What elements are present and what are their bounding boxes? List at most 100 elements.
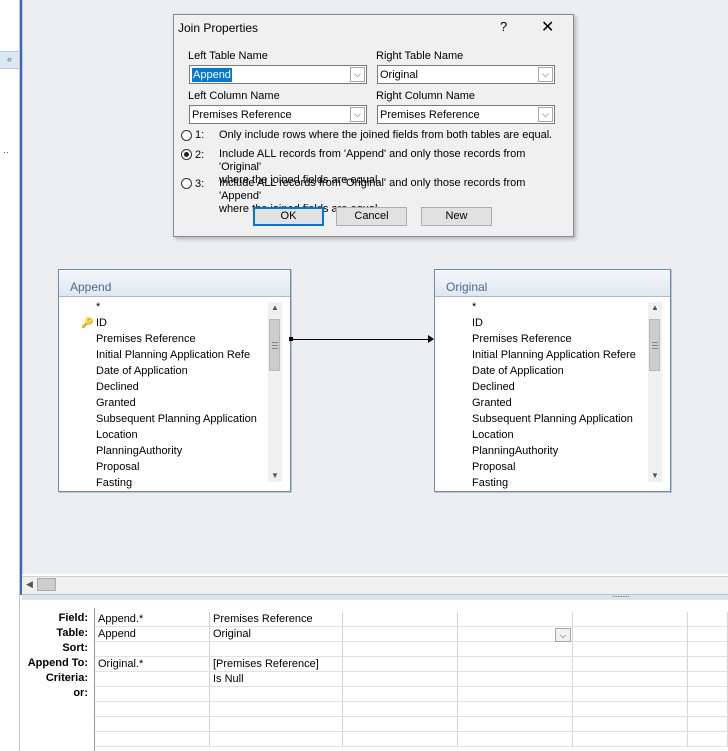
- grid-cell[interactable]: [688, 612, 728, 627]
- field-item[interactable]: *: [59, 299, 290, 315]
- grid-cell-field[interactable]: Premises Reference: [210, 612, 343, 627]
- field-item[interactable]: Subsequent Planning Application: [435, 411, 670, 427]
- table-dropdown-chevron-down-icon[interactable]: ⌵: [555, 628, 571, 642]
- grid-cell[interactable]: [688, 687, 728, 702]
- grid-cell-criteria[interactable]: Is Null: [210, 672, 343, 687]
- grid-cell-append-to[interactable]: [Premises Reference]: [210, 657, 343, 672]
- grid-cell-or[interactable]: [95, 687, 210, 702]
- cancel-button[interactable]: Cancel: [336, 207, 407, 226]
- table-box-append[interactable]: Append * 🔑 ID Premises Reference Initial …: [58, 269, 291, 492]
- scroll-down-icon[interactable]: ▼: [648, 470, 662, 482]
- grid-cell[interactable]: [343, 657, 458, 672]
- field-item[interactable]: Granted: [59, 395, 290, 411]
- chevron-down-icon[interactable]: ⌵: [350, 107, 365, 122]
- grid-cell[interactable]: [688, 732, 728, 747]
- join-properties-dialog[interactable]: Join Properties ? ✕ Left Table Name Appe…: [173, 14, 574, 237]
- grid-cell[interactable]: [573, 642, 688, 657]
- field-list[interactable]: * ID Premises Reference Initial Planning…: [435, 299, 670, 491]
- join-option-1-text[interactable]: Only include rows where the joined field…: [219, 129, 569, 142]
- horizontal-scroll-thumb[interactable]: [37, 578, 56, 591]
- grid-cell[interactable]: [210, 732, 343, 747]
- chevron-down-icon[interactable]: ⌵: [538, 67, 553, 82]
- grid-cell-criteria[interactable]: [95, 672, 210, 687]
- grid-cell[interactable]: [95, 717, 210, 732]
- grid-cell[interactable]: [210, 702, 343, 717]
- grid-cell[interactable]: [573, 672, 688, 687]
- grid-cell[interactable]: [343, 732, 458, 747]
- grid-cell[interactable]: [688, 657, 728, 672]
- field-list[interactable]: * 🔑 ID Premises Reference Initial Plannin…: [59, 299, 290, 491]
- scroll-left-icon[interactable]: ◀: [26, 579, 33, 590]
- grid-cell[interactable]: [458, 732, 573, 747]
- scroll-down-icon[interactable]: ▼: [268, 470, 282, 482]
- left-table-select[interactable]: Append ⌵: [189, 65, 367, 84]
- grid-cell[interactable]: [573, 657, 688, 672]
- vertical-scrollbar[interactable]: ▲ ▼: [268, 302, 282, 482]
- grid-cell[interactable]: [573, 627, 688, 642]
- field-item[interactable]: Proposal: [435, 459, 670, 475]
- chevron-down-icon[interactable]: ⌵: [538, 107, 553, 122]
- help-icon[interactable]: ?: [500, 19, 507, 34]
- grid-cell-table[interactable]: Append: [95, 627, 210, 642]
- table-box-original[interactable]: Original * ID Premises Reference Initial…: [434, 269, 671, 492]
- grid-cell[interactable]: [688, 717, 728, 732]
- grid-cell[interactable]: [688, 642, 728, 657]
- right-column-select[interactable]: Premises Reference ⌵: [377, 105, 555, 124]
- field-item[interactable]: Declined: [435, 379, 670, 395]
- scroll-up-icon[interactable]: ▲: [648, 302, 662, 314]
- field-item[interactable]: Date of Application: [59, 363, 290, 379]
- field-item[interactable]: Fasting: [59, 475, 290, 491]
- grid-cell[interactable]: [688, 627, 728, 642]
- collapse-chevron-icon[interactable]: «: [0, 51, 19, 69]
- grid-cell[interactable]: [458, 612, 573, 627]
- close-icon[interactable]: ✕: [541, 17, 554, 37]
- join-line[interactable]: [291, 339, 433, 340]
- field-item[interactable]: 🔑 ID: [59, 315, 290, 331]
- table-box-title[interactable]: Original: [435, 270, 670, 297]
- field-item[interactable]: ID: [435, 315, 670, 331]
- grid-cell-field[interactable]: Append.*: [95, 612, 210, 627]
- grid-cell[interactable]: [573, 732, 688, 747]
- scroll-thumb[interactable]: [269, 319, 280, 371]
- field-item[interactable]: Premises Reference: [435, 331, 670, 347]
- left-column-select[interactable]: Premises Reference ⌵: [189, 105, 367, 124]
- grid-cell-or[interactable]: [210, 687, 343, 702]
- grid-cell[interactable]: [343, 672, 458, 687]
- ok-button[interactable]: OK: [253, 207, 324, 226]
- vertical-scrollbar[interactable]: ▲ ▼: [648, 302, 662, 482]
- grid-cell-table[interactable]: Original: [210, 627, 343, 642]
- grid-cell[interactable]: [95, 732, 210, 747]
- grid-cell[interactable]: [458, 717, 573, 732]
- field-item[interactable]: Date of Application: [435, 363, 670, 379]
- grid-cell-sort[interactable]: [210, 642, 343, 657]
- field-item[interactable]: PlanningAuthority: [59, 443, 290, 459]
- table-box-title[interactable]: Append: [59, 270, 290, 297]
- grid-cell[interactable]: [343, 687, 458, 702]
- right-table-select[interactable]: Original ⌵: [377, 65, 555, 84]
- join-option-2-radio[interactable]: [181, 149, 192, 160]
- grid-cell[interactable]: [343, 702, 458, 717]
- grid-cell[interactable]: [343, 717, 458, 732]
- field-item[interactable]: Premises Reference: [59, 331, 290, 347]
- grid-cell[interactable]: [210, 717, 343, 732]
- grid-cell[interactable]: [458, 687, 573, 702]
- join-option-3-radio[interactable]: [181, 178, 192, 189]
- field-item[interactable]: Fasting: [435, 475, 670, 491]
- grid-cell-append-to[interactable]: Original.*: [95, 657, 210, 672]
- grid-cell[interactable]: [343, 642, 458, 657]
- join-option-1-radio[interactable]: [181, 130, 192, 141]
- field-item[interactable]: PlanningAuthority: [435, 443, 670, 459]
- field-item[interactable]: Declined: [59, 379, 290, 395]
- field-item[interactable]: Subsequent Planning Application: [59, 411, 290, 427]
- grid-cell[interactable]: [343, 612, 458, 627]
- grid-cell-sort[interactable]: [95, 642, 210, 657]
- field-item[interactable]: Granted: [435, 395, 670, 411]
- field-item[interactable]: Location: [59, 427, 290, 443]
- scroll-thumb[interactable]: [649, 319, 660, 371]
- chevron-down-icon[interactable]: ⌵: [350, 67, 365, 82]
- grid-cell[interactable]: [573, 612, 688, 627]
- field-item[interactable]: *: [435, 299, 670, 315]
- grid-cell[interactable]: [688, 672, 728, 687]
- grid-cell[interactable]: [95, 702, 210, 717]
- grid-cell[interactable]: [458, 672, 573, 687]
